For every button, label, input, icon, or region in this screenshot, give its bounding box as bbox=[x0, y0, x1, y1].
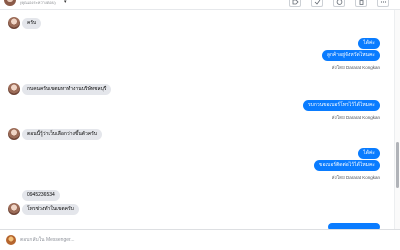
done-button[interactable] bbox=[311, 0, 323, 7]
trash-icon bbox=[359, 0, 364, 5]
chevron-down-icon[interactable]: ▾ bbox=[64, 0, 67, 5]
message-thread: ครับ ได้ค่ะ ลูกค้าอยู่จังหวัดไหนคะ ส่งโด… bbox=[0, 10, 394, 231]
outgoing-message[interactable]: ขอเบอร์ติดต่อไว้ได้ไหมคะ bbox=[314, 160, 380, 171]
tag-icon bbox=[292, 0, 299, 5]
check-icon bbox=[314, 0, 321, 5]
reply-input[interactable] bbox=[20, 235, 320, 245]
contact-avatar[interactable] bbox=[4, 0, 16, 6]
sent-by-name: Dararat Kongkan bbox=[345, 115, 380, 120]
sender-avatar[interactable] bbox=[8, 203, 20, 215]
alert-icon bbox=[336, 0, 343, 5]
more-icon bbox=[380, 1, 387, 3]
composer bbox=[0, 229, 400, 250]
sent-by-name: Dararat Kongkan bbox=[345, 175, 380, 180]
sent-by-label: ส่งโดย Dararat Kongkan bbox=[332, 64, 380, 71]
incoming-message[interactable]: ครับ bbox=[22, 18, 42, 29]
thread-scrollbar[interactable] bbox=[394, 10, 400, 229]
sender-avatar[interactable] bbox=[8, 83, 20, 95]
scrollbar-thumb[interactable] bbox=[396, 142, 399, 188]
outgoing-message[interactable]: ได้ค่ะ bbox=[358, 38, 380, 49]
header-subtitle: (คุณเองระหว่างตอบ) bbox=[20, 0, 56, 5]
sender-avatar[interactable] bbox=[8, 128, 20, 140]
sent-by-label: ส่งโดย Dararat Kongkan bbox=[332, 174, 380, 181]
incoming-message[interactable]: กบคนครับเขตมหาทำงานบริษัทชลบุรี bbox=[22, 84, 112, 95]
label-button[interactable] bbox=[289, 0, 301, 7]
conversation-header: (คุณเองระหว่างตอบ) ▾ bbox=[0, 0, 400, 10]
spam-button[interactable] bbox=[333, 0, 345, 7]
more-button[interactable] bbox=[377, 0, 389, 7]
outgoing-message[interactable]: ได้ค่ะ bbox=[358, 148, 380, 159]
sent-by-prefix: ส่งโดย bbox=[331, 65, 345, 70]
sent-by-prefix: ส่งโดย bbox=[331, 115, 345, 120]
incoming-message[interactable]: ตอนนี้รู้ว่าเว็บเลือกว่างขึ้นตัวครับ bbox=[22, 129, 103, 140]
page-avatar bbox=[6, 235, 16, 245]
trash-button[interactable] bbox=[355, 0, 367, 7]
sent-by-prefix: ส่งโดย bbox=[331, 175, 345, 180]
sent-by-label: ส่งโดย Dararat Kongkan bbox=[332, 114, 380, 121]
outgoing-message[interactable]: ลูกค้าอยู่จังหวัดไหนคะ bbox=[321, 50, 380, 61]
sent-by-name: Dararat Kongkan bbox=[345, 65, 380, 70]
incoming-message[interactable]: โทรช่วงทำในเขตครับ bbox=[22, 204, 79, 215]
incoming-message[interactable]: 0945236534 bbox=[22, 190, 60, 201]
sender-avatar[interactable] bbox=[8, 17, 20, 29]
outgoing-message[interactable]: รบกวนขอเบอร์โทรไว้ได้ไหมคะ bbox=[303, 100, 380, 111]
